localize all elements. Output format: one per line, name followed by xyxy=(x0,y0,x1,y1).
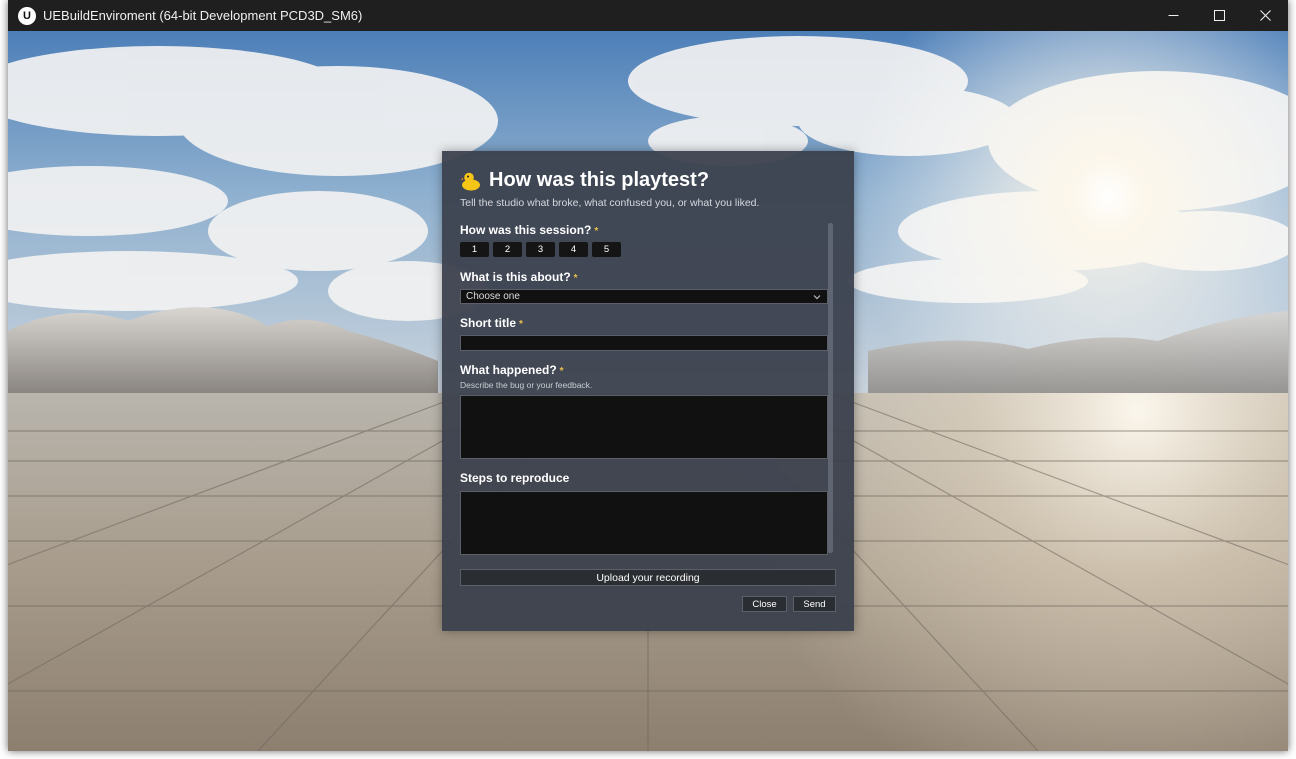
chevron-down-icon xyxy=(813,294,821,299)
rating-button-1[interactable]: 1 xyxy=(460,242,489,257)
dialog-title: How was this playtest? xyxy=(489,169,710,191)
close-icon xyxy=(1259,10,1271,21)
unreal-logo-icon: U xyxy=(18,6,36,25)
minimize-button[interactable] xyxy=(1150,0,1196,31)
app-window: U UEBuildEnviroment (64-bit Development … xyxy=(8,0,1288,751)
category-label-text: What is this about? xyxy=(460,270,571,284)
category-label: What is this about? * xyxy=(460,270,578,284)
form-scrollbar[interactable] xyxy=(828,223,833,553)
steps-label: Steps to reproduce xyxy=(460,471,569,485)
title-bar[interactable]: U UEBuildEnviroment (64-bit Development … xyxy=(8,0,1288,31)
steps-label-text: Steps to reproduce xyxy=(460,471,570,485)
feedback-form[interactable]: How was this session? * 1 2 3 4 5 What is… xyxy=(460,221,832,555)
duck-icon xyxy=(460,172,480,190)
required-marker: * xyxy=(519,319,523,330)
rating-buttons: 1 2 3 4 5 xyxy=(460,242,625,257)
window-controls xyxy=(1150,0,1288,31)
what-happened-label: What happened? * xyxy=(460,363,564,377)
what-happened-hint: Describe the bug or your feedback. xyxy=(460,380,593,390)
rating-label-text: How was this session? xyxy=(460,223,592,237)
what-happened-label-text: What happened? xyxy=(460,363,557,377)
rating-label: How was this session? * xyxy=(460,223,598,237)
maximize-icon xyxy=(1213,10,1225,21)
short-title-input[interactable] xyxy=(460,335,828,351)
game-viewport[interactable]: How was this playtest? Tell the studio w… xyxy=(8,31,1288,751)
feedback-dialog: How was this playtest? Tell the studio w… xyxy=(442,151,854,631)
required-marker: * xyxy=(594,226,599,237)
steps-textarea[interactable] xyxy=(460,491,828,555)
maximize-button[interactable] xyxy=(1196,0,1242,31)
short-title-label: Short title * xyxy=(460,316,523,330)
required-marker: * xyxy=(573,273,578,284)
short-title-label-text: Short title xyxy=(460,316,516,330)
required-marker: * xyxy=(559,366,564,377)
what-happened-textarea[interactable] xyxy=(460,395,828,459)
dialog-header: How was this playtest? xyxy=(460,169,709,192)
rating-button-4[interactable]: 4 xyxy=(559,242,588,257)
close-window-button[interactable] xyxy=(1242,0,1288,31)
category-select[interactable]: Choose one xyxy=(460,289,828,304)
upload-recording-button[interactable]: Upload your recording xyxy=(460,569,836,586)
rating-button-2[interactable]: 2 xyxy=(493,242,522,257)
category-select-value: Choose one xyxy=(466,291,520,302)
send-button[interactable]: Send xyxy=(793,596,836,612)
close-button[interactable]: Close xyxy=(742,596,787,612)
rating-button-5[interactable]: 5 xyxy=(592,242,621,257)
minimize-icon xyxy=(1168,15,1178,16)
rating-button-3[interactable]: 3 xyxy=(526,242,555,257)
dialog-subtitle: Tell the studio what broke, what confuse… xyxy=(460,197,760,209)
window-title: UEBuildEnviroment (64-bit Development PC… xyxy=(43,8,363,23)
